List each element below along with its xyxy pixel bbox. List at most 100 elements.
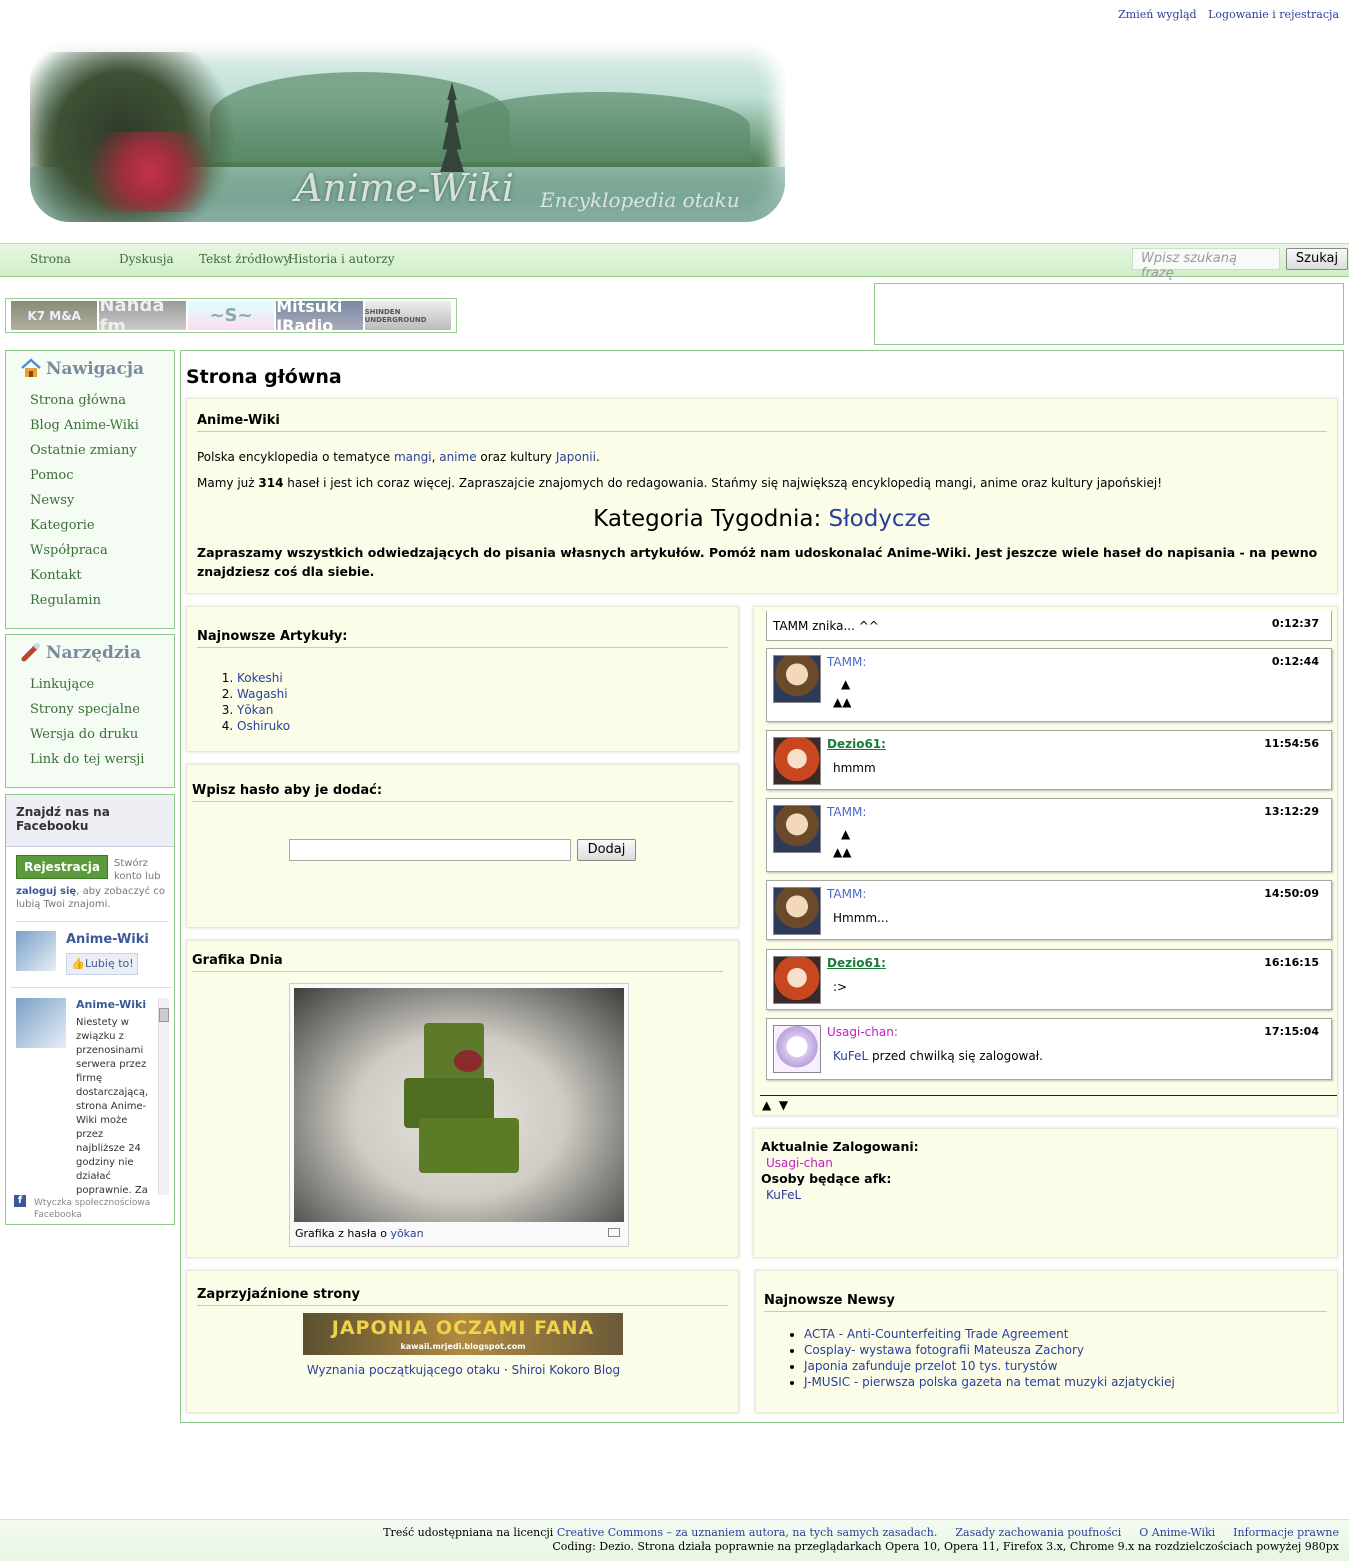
chat-time: 14:50:09 [1264, 887, 1319, 900]
thumbs-up-icon: 👍 [71, 957, 85, 970]
sidebar-item-cooperation[interactable]: Współpraca [6, 543, 174, 568]
fb-plugin-label[interactable]: Wtyczka społecznościowa Facebooka [34, 1197, 164, 1221]
article-link[interactable]: Oshiruko [237, 719, 290, 733]
intro-line2: Mamy już 314 haseł i jest ich coraz więc… [197, 474, 1327, 492]
search-button[interactable]: Szukaj [1286, 248, 1348, 270]
fb-create-text: Stwórz konto lub [114, 858, 161, 882]
login-link[interactable]: Logowanie i rejestracja [1208, 8, 1339, 21]
about-link[interactable]: O Anime-Wiki [1139, 1526, 1215, 1539]
chat-scroll-arrows[interactable]: ▲ ▼ [762, 1098, 788, 1112]
new-article-input[interactable] [289, 839, 571, 861]
chat-user[interactable]: TAMM: [827, 887, 866, 901]
japan-link[interactable]: Japonii [556, 450, 596, 464]
caption-link[interactable]: yōkan [390, 1227, 423, 1240]
picture-heading: Grafika Dnia [192, 941, 723, 972]
list-item: Cosplay- wystawa fotografii Mateusza Zac… [804, 1342, 1337, 1358]
picture-of-day-box: Grafika Dnia Grafika z hasła o yōkan [186, 940, 739, 1258]
sidebar-item-linking[interactable]: Linkujące [6, 677, 174, 702]
sidebar-item-main[interactable]: Strona główna [6, 393, 174, 418]
fb-login-link[interactable]: zaloguj się [16, 886, 76, 897]
tab-page[interactable]: Strona [30, 252, 71, 266]
avatar[interactable] [773, 737, 821, 785]
news-link[interactable]: Japonia zafunduje przelot 10 tys. turyst… [804, 1359, 1057, 1373]
change-look-link[interactable]: Zmień wygląd [1118, 8, 1196, 21]
manga-link[interactable]: mangi [394, 450, 432, 464]
fb-scrollbar[interactable] [158, 998, 169, 1195]
chat-message: TAMM: 13:12:29 ▲ ▲▲ [766, 798, 1332, 872]
chat-user-link[interactable]: KuFeL [833, 1049, 868, 1063]
sidebar-item-contact[interactable]: Kontakt [6, 568, 174, 593]
yokan-bean [454, 1050, 482, 1072]
chat-user[interactable]: TAMM: [827, 655, 866, 669]
chat-user[interactable]: Dezio61: [827, 956, 886, 970]
avatar[interactable] [773, 655, 821, 703]
intro-text: haseł i jest ich coraz więcej. Zapraszaj… [283, 476, 1163, 490]
radio-k7[interactable]: K7 M&A [11, 301, 98, 330]
license-link[interactable]: Creative Commons – za uznaniem autora, n… [557, 1526, 938, 1539]
chat-message: TAMM znika... ^^ 0:12:37 [766, 611, 1332, 641]
avatar[interactable] [773, 887, 821, 935]
newest-list: Kokeshi Wagashi Yōkan Oshiruko [237, 670, 738, 734]
friend-link-shiroi[interactable]: Shiroi Kokoro Blog [512, 1363, 621, 1377]
sidebar-item-news[interactable]: Newsy [6, 493, 174, 518]
facebook-widget: Znajdź nas na Facebooku Rejestracja Stwó… [5, 794, 175, 1225]
fb-post-text: Niestety w związku z przenosinami serwer… [76, 1017, 149, 1195]
sidebar-item-permalink[interactable]: Link do tej wersji [6, 752, 174, 777]
fb-register-button[interactable]: Rejestracja [16, 855, 108, 879]
fb-page-name[interactable]: Anime-Wiki [66, 932, 149, 947]
article-link[interactable]: Kokeshi [237, 671, 283, 685]
radio-s[interactable]: ~S~ [187, 301, 275, 330]
chat-text: KuFeL przed chwilką się zalogował. [833, 1049, 1043, 1063]
category-link[interactable]: Słodycze [829, 506, 931, 532]
tab-source[interactable]: Tekst źródłowy [199, 252, 290, 266]
news-link[interactable]: Cosplay- wystawa fotografii Mateusza Zac… [804, 1343, 1084, 1357]
ad-box [874, 283, 1344, 345]
radio-shinden[interactable]: SHINDEN UNDERGROUND [364, 301, 452, 330]
sidebar-item-recent[interactable]: Ostatnie zmiany [6, 443, 174, 468]
chat-user[interactable]: TAMM: [827, 805, 866, 819]
list-item: ACTA - Anti-Counterfeiting Trade Agreeme… [804, 1326, 1337, 1342]
news-link[interactable]: ACTA - Anti-Counterfeiting Trade Agreeme… [804, 1327, 1068, 1341]
fb-post-author[interactable]: Anime-Wiki [76, 998, 146, 1011]
avatar[interactable] [773, 956, 821, 1004]
sidebar-item-blog[interactable]: Blog Anime-Wiki [6, 418, 174, 443]
search-input[interactable]: Wpisz szukaną frazę [1132, 248, 1280, 281]
online-user[interactable]: Usagi-chan [766, 1156, 833, 1170]
chat-message: TAMM: 0:12:44 ▲ ▲▲ [766, 648, 1332, 722]
sidebar-item-categories[interactable]: Kategorie [6, 518, 174, 543]
fb-scroll-thumb[interactable] [159, 1008, 169, 1022]
legal-link[interactable]: Informacje prawne [1233, 1526, 1339, 1539]
privacy-link[interactable]: Zasady zachowania poufności [955, 1526, 1121, 1539]
article-link[interactable]: Yōkan [237, 703, 273, 717]
friend-link-otaku[interactable]: Wyznania początkującego otaku [307, 1363, 500, 1377]
afk-user[interactable]: KuFeL [766, 1188, 801, 1202]
tab-discussion[interactable]: Dyskusja [119, 252, 174, 266]
anime-link[interactable]: anime [439, 450, 476, 464]
site-banner[interactable]: Anime-Wiki Encyklopedia otaku [30, 42, 785, 222]
chat-time: 13:12:29 [1264, 805, 1319, 818]
radio-mitsuki[interactable]: Mitsuki JRadio [276, 301, 363, 330]
tab-history[interactable]: Historia i autorzy [288, 252, 394, 266]
chat-text: Hmmm... [833, 911, 889, 925]
sidebar-item-print[interactable]: Wersja do druku [6, 727, 174, 752]
avatar[interactable] [773, 805, 821, 853]
article-link[interactable]: Wagashi [237, 687, 288, 701]
sidebar-item-help[interactable]: Pomoc [6, 468, 174, 493]
avatar[interactable] [773, 1025, 821, 1073]
chat-time: 0:12:37 [1271, 617, 1319, 630]
chat-user[interactable]: Usagi-chan: [827, 1025, 898, 1039]
facebook-icon: f [14, 1195, 26, 1207]
enlarge-icon[interactable] [608, 1228, 620, 1237]
add-button[interactable]: Dodaj [577, 839, 636, 861]
yokan-image[interactable] [294, 988, 624, 1222]
invite-text: Zapraszamy wszystkich odwiedzających do … [197, 545, 1318, 579]
list-item: Kokeshi [237, 670, 738, 686]
japonia-banner[interactable]: JAPONIA OCZAMI FANA kawaii.mrjedi.blogspo… [303, 1313, 623, 1355]
sidebar-item-special[interactable]: Strony specjalne [6, 702, 174, 727]
chat-user[interactable]: Dezio61: [827, 737, 886, 751]
sidebar-item-rules[interactable]: Regulamin [6, 593, 174, 618]
news-link[interactable]: J-MUSIC - pierwsza polska gazeta na tema… [804, 1375, 1175, 1389]
fb-like-button[interactable]: 👍 Lubię to! [66, 953, 138, 975]
chat-text: ▲▲ [833, 695, 852, 709]
radio-nanda[interactable]: Nanda fm [99, 301, 186, 330]
